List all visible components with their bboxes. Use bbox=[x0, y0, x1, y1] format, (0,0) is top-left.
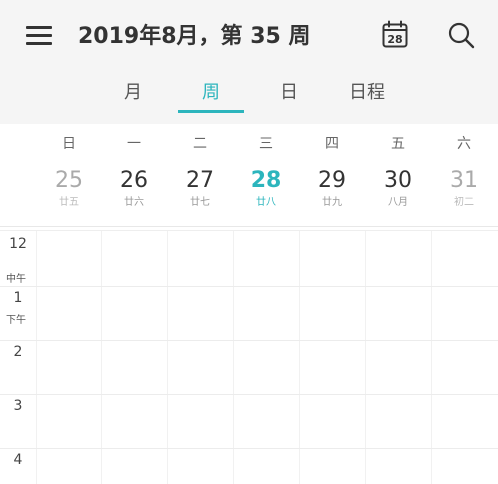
lunar-date: 初二 bbox=[454, 197, 474, 208]
column-separator bbox=[299, 231, 300, 484]
date-number: 28 bbox=[250, 168, 282, 193]
calendar-today-icon[interactable]: 28 bbox=[380, 19, 410, 49]
weekday-label: 一 bbox=[127, 136, 141, 152]
weekday-label: 二 bbox=[193, 136, 207, 152]
active-tab-indicator bbox=[178, 110, 244, 113]
date-number: 30 bbox=[384, 168, 412, 193]
menu-line bbox=[26, 34, 52, 37]
lunar-date: 廿七 bbox=[190, 197, 210, 208]
lunar-date: 廿六 bbox=[124, 197, 144, 208]
search-icon[interactable] bbox=[446, 20, 476, 50]
menu-line bbox=[26, 42, 52, 45]
hour-label-2: 2 bbox=[13, 344, 23, 360]
tab-month[interactable]: 月 bbox=[103, 78, 163, 104]
today-icon-date: 28 bbox=[387, 33, 402, 46]
header-divider bbox=[0, 226, 498, 227]
column-separator bbox=[233, 231, 234, 484]
top-bar: 2019年8月，第 35 周 28 月 周 日 日程 bbox=[0, 0, 498, 124]
pm-label: 下午 bbox=[6, 315, 26, 326]
hour-line bbox=[0, 340, 498, 341]
hamburger-menu-icon[interactable] bbox=[26, 24, 52, 46]
column-separator bbox=[431, 231, 432, 484]
tab-day[interactable]: 日 bbox=[259, 78, 319, 104]
lunar-date: 廿八 bbox=[256, 197, 276, 208]
weekday-label: 四 bbox=[325, 136, 339, 152]
menu-line bbox=[26, 26, 52, 29]
hour-label-3: 3 bbox=[13, 398, 23, 414]
view-tabs: 月 周 日 日程 bbox=[0, 78, 498, 118]
week-header: 日 25 廿五 一 26 廿六 二 27 廿七 三 28 廿八 四 29 廿九 … bbox=[0, 124, 498, 228]
noon-label: 中午 bbox=[6, 274, 26, 285]
weekday-label: 日 bbox=[62, 136, 76, 152]
date-number: 27 bbox=[186, 168, 214, 193]
page-title: 2019年8月，第 35 周 bbox=[78, 24, 311, 49]
weekday-label: 三 bbox=[259, 136, 273, 152]
hour-line bbox=[0, 394, 498, 395]
hour-label-4: 4 bbox=[13, 452, 23, 468]
date-number: 31 bbox=[450, 168, 478, 193]
weekday-label: 六 bbox=[457, 136, 471, 152]
tab-schedule[interactable]: 日程 bbox=[337, 78, 397, 104]
hour-label-1: 1 bbox=[13, 290, 23, 306]
column-separator bbox=[365, 231, 366, 484]
lunar-date: 八月 bbox=[388, 197, 408, 208]
column-separator bbox=[167, 231, 168, 484]
time-grid[interactable]: 12 中午 1 下午 2 3 4 bbox=[0, 231, 498, 484]
column-separator bbox=[36, 231, 37, 484]
lunar-date: 廿五 bbox=[59, 197, 79, 208]
weekday-label: 五 bbox=[391, 136, 405, 152]
date-number: 26 bbox=[120, 168, 148, 193]
date-number: 25 bbox=[55, 168, 83, 193]
lunar-date: 廿九 bbox=[322, 197, 342, 208]
hour-line bbox=[0, 286, 498, 287]
tab-week[interactable]: 周 bbox=[181, 78, 241, 104]
column-separator bbox=[101, 231, 102, 484]
date-number: 29 bbox=[318, 168, 346, 193]
hour-line bbox=[0, 448, 498, 449]
hour-label-12: 12 bbox=[9, 236, 27, 252]
